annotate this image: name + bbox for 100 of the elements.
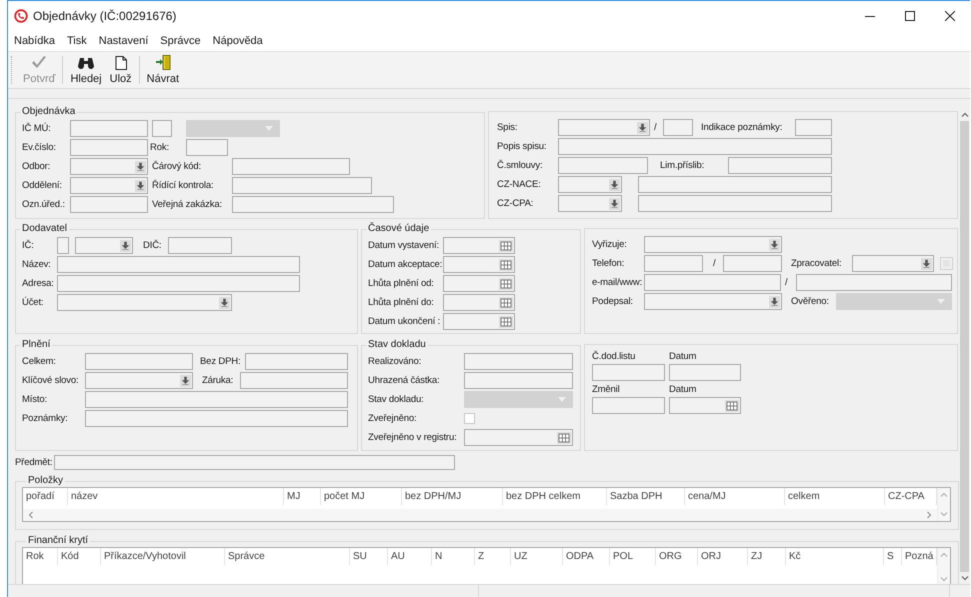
down-arrow-icon xyxy=(135,160,146,172)
column-header[interactable]: cena/MJ xyxy=(685,488,785,505)
column-header[interactable]: S xyxy=(884,548,902,565)
column-header[interactable]: Z xyxy=(475,548,511,565)
text-field[interactable] xyxy=(728,157,832,174)
field-label: Předmět: xyxy=(15,457,54,468)
text-field[interactable] xyxy=(152,120,172,137)
scroll-left-icon[interactable] xyxy=(27,511,35,519)
combo-field[interactable] xyxy=(70,158,148,175)
text-field[interactable] xyxy=(57,237,69,254)
scroll-up-icon[interactable] xyxy=(960,111,968,119)
column-header[interactable]: ODPA xyxy=(563,548,610,565)
column-header[interactable]: bez DPH/MJ xyxy=(402,488,503,505)
text-field[interactable] xyxy=(232,177,372,194)
date-field[interactable] xyxy=(464,429,573,446)
text-field[interactable] xyxy=(638,176,832,193)
text-field[interactable] xyxy=(232,196,394,213)
text-field[interactable] xyxy=(558,138,832,155)
column-header[interactable]: bez DPH celkem xyxy=(503,488,607,505)
column-header[interactable]: UZ xyxy=(511,548,563,565)
menu-item[interactable]: Správce xyxy=(160,35,201,47)
text-field[interactable] xyxy=(592,364,665,382)
combo-field[interactable] xyxy=(57,294,232,311)
text-field[interactable] xyxy=(644,274,781,291)
text-field[interactable] xyxy=(54,455,455,470)
text-field[interactable] xyxy=(70,120,148,137)
text-field[interactable] xyxy=(638,195,832,212)
text-field[interactable] xyxy=(464,372,573,389)
column-header[interactable]: Rok xyxy=(23,548,58,565)
text-field[interactable] xyxy=(70,196,148,213)
combo-field[interactable] xyxy=(75,237,133,254)
text-field[interactable] xyxy=(663,119,693,136)
menu-item[interactable]: Nastavení xyxy=(98,35,148,47)
text-field[interactable] xyxy=(70,139,148,156)
menu-item[interactable]: Nápověda xyxy=(212,35,263,47)
column-header[interactable]: AU xyxy=(388,548,432,565)
menu-item[interactable]: Nabídka xyxy=(14,35,55,47)
text-field[interactable] xyxy=(669,364,741,382)
column-header[interactable]: MJ xyxy=(284,488,321,505)
dropdown-field[interactable] xyxy=(186,120,280,137)
text-field[interactable] xyxy=(85,391,348,408)
scrollbar-thumb[interactable] xyxy=(960,121,969,572)
column-header[interactable]: název xyxy=(68,488,284,505)
column-header[interactable]: N xyxy=(432,548,475,565)
text-field[interactable] xyxy=(592,397,665,414)
text-field[interactable] xyxy=(464,353,573,370)
combo-field[interactable] xyxy=(558,119,650,136)
column-header[interactable]: POL xyxy=(610,548,656,565)
date-field[interactable] xyxy=(443,275,515,292)
combo-field[interactable] xyxy=(558,176,622,193)
toolbar-button[interactable]: Hledej xyxy=(66,52,106,88)
date-field[interactable] xyxy=(669,397,741,414)
combo-field[interactable] xyxy=(644,293,782,310)
column-header[interactable]: Příkazce/Vyhotovil xyxy=(101,548,225,565)
column-header[interactable]: Kč xyxy=(786,548,884,565)
text-field[interactable] xyxy=(558,157,648,174)
scroll-right-icon[interactable] xyxy=(925,511,933,519)
dropdown-field[interactable] xyxy=(836,293,952,310)
column-header[interactable]: ZJ xyxy=(748,548,786,565)
text-field[interactable] xyxy=(723,255,782,272)
date-field[interactable] xyxy=(443,294,515,311)
text-field[interactable] xyxy=(245,353,348,370)
date-field[interactable] xyxy=(443,237,515,254)
combo-field[interactable] xyxy=(644,236,782,253)
text-field[interactable] xyxy=(85,410,348,427)
column-header[interactable]: ORG xyxy=(656,548,698,565)
date-field[interactable] xyxy=(443,256,515,273)
text-field[interactable] xyxy=(232,158,350,175)
menu-item[interactable]: Tisk xyxy=(66,35,87,47)
date-field[interactable] xyxy=(443,313,515,330)
text-field[interactable] xyxy=(644,255,703,272)
text-field[interactable] xyxy=(186,139,228,156)
column-header[interactable]: Sazba DPH xyxy=(607,488,685,505)
field-label: IČ: xyxy=(22,240,35,251)
column-header[interactable]: ORJ xyxy=(698,548,748,565)
dropdown-field[interactable] xyxy=(464,391,573,408)
field-label: Adresa: xyxy=(22,278,55,289)
column-header[interactable]: celkem xyxy=(785,488,885,505)
scroll-down-icon[interactable] xyxy=(960,574,968,582)
down-arrow-icon xyxy=(921,258,932,270)
caret-icon xyxy=(937,299,945,304)
column-header[interactable]: pořadí xyxy=(23,488,68,505)
text-field[interactable] xyxy=(85,353,193,370)
combo-field[interactable] xyxy=(558,195,622,212)
toolbar-button[interactable]: Návrat xyxy=(142,52,184,88)
checkbox[interactable] xyxy=(464,413,475,424)
text-field[interactable] xyxy=(796,274,952,291)
column-header[interactable]: Správce xyxy=(225,548,350,565)
text-field[interactable] xyxy=(57,256,300,273)
combo-field[interactable] xyxy=(70,177,148,194)
column-header[interactable]: Kód xyxy=(58,548,101,565)
text-field[interactable] xyxy=(168,237,232,254)
combo-field[interactable] xyxy=(85,372,193,389)
text-field[interactable] xyxy=(795,119,832,136)
text-field[interactable] xyxy=(57,275,300,292)
text-field[interactable] xyxy=(240,372,348,389)
toolbar-button[interactable]: Ulož xyxy=(106,52,136,88)
column-header[interactable]: SU xyxy=(350,548,388,565)
column-header[interactable]: počet MJ xyxy=(321,488,402,505)
combo-field[interactable] xyxy=(852,255,934,272)
